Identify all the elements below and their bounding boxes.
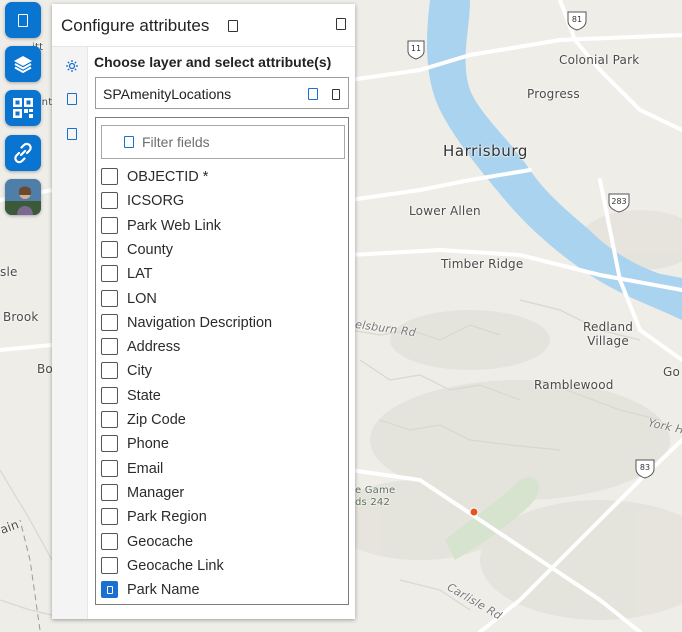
user-photo-button[interactable] <box>5 179 41 215</box>
field-label: LON <box>127 290 157 307</box>
checkbox[interactable] <box>101 265 118 283</box>
field-row[interactable]: Geocache <box>101 532 345 554</box>
info-icon[interactable] <box>228 20 238 32</box>
map-label-redland-village: Redland Village <box>583 320 634 348</box>
checkbox[interactable] <box>101 338 118 356</box>
checkbox[interactable] <box>101 483 118 501</box>
qr-grid-icon <box>13 98 33 118</box>
settings-gear-icon[interactable] <box>63 57 79 73</box>
field-list: OBJECTID * ICSORG Park Web Link County LAT LO… <box>95 117 349 605</box>
checkbox[interactable] <box>101 411 118 428</box>
map-label-timber-ridge: Timber Ridge <box>441 257 524 271</box>
field-row[interactable]: OBJECTID * <box>101 167 345 189</box>
checkbox[interactable] <box>101 459 118 477</box>
field-row[interactable]: Geocache Link <box>101 556 345 578</box>
field-row[interactable]: LON <box>101 289 345 311</box>
field-label: County <box>127 241 173 258</box>
layers-icon <box>14 56 32 74</box>
step-fields-icon[interactable] <box>67 128 77 140</box>
collapse-panel-icon[interactable] <box>336 18 346 30</box>
checkbox[interactable] <box>101 313 118 331</box>
checkbox[interactable] <box>101 362 118 380</box>
field-label: Navigation Description <box>127 314 273 331</box>
field-label: Park Region <box>127 509 207 526</box>
checkbox[interactable] <box>101 508 118 526</box>
panel-header: Configure attributes <box>52 4 355 47</box>
checkbox[interactable] <box>101 216 118 234</box>
checkbox[interactable] <box>101 168 118 185</box>
map-label-colonial-park: Colonial Park <box>559 53 640 67</box>
checkbox[interactable] <box>101 289 118 307</box>
link-icon <box>14 142 32 164</box>
panel-toggle-icon <box>18 13 28 27</box>
field-label: Email <box>127 460 164 477</box>
field-label: Phone <box>127 436 169 453</box>
us-11-shield: 11 <box>405 38 427 60</box>
field-label: OBJECTID * <box>127 169 209 185</box>
search-icon <box>124 136 134 148</box>
layer-select-value: SPAmenityLocations <box>103 86 232 102</box>
layer-select-action-icon[interactable] <box>308 88 318 100</box>
field-row[interactable]: LAT <box>101 264 345 286</box>
checkbox[interactable] <box>101 556 118 574</box>
map-label-harrisburg: Harrisburg <box>443 142 528 160</box>
map-label-progress: Progress <box>527 87 580 101</box>
checkbox[interactable] <box>101 192 118 210</box>
field-row[interactable]: Address <box>101 337 345 359</box>
field-row[interactable]: ICSORG <box>101 191 345 213</box>
link-button[interactable] <box>5 135 41 171</box>
interstate-81-shield: 81 <box>566 9 588 31</box>
panel-toggle-button[interactable] <box>5 2 41 38</box>
field-label: Zip Code <box>127 412 186 428</box>
field-row[interactable]: City <box>101 361 345 383</box>
map-label-bo: Bo <box>37 362 53 376</box>
field-label: Manager <box>127 484 185 501</box>
field-row[interactable]: Park Name <box>101 580 345 602</box>
field-label: Park Web Link <box>127 217 222 234</box>
field-row[interactable]: Manager <box>101 483 345 505</box>
user-photo <box>5 179 41 215</box>
field-label: City <box>127 363 152 380</box>
map-label-sle: sle <box>0 265 18 279</box>
map-label-brook: Brook <box>3 310 39 324</box>
field-label: Park Name <box>127 582 200 599</box>
map-label-game-lands: e Game ds 242 <box>355 485 396 508</box>
checkbox[interactable] <box>101 386 118 404</box>
filter-input[interactable] <box>142 132 337 152</box>
field-label: State <box>127 387 161 404</box>
section-title: Choose layer and select attribute(s) <box>94 54 332 70</box>
panel-title: Configure attributes <box>61 16 210 35</box>
interstate-83-shield: 83 <box>634 457 656 479</box>
field-row[interactable]: County <box>101 240 345 262</box>
field-label: LAT <box>127 266 153 283</box>
field-row[interactable]: Navigation Description <box>101 313 345 335</box>
qr-grid-button[interactable] <box>5 90 41 126</box>
map-label-go: Go <box>663 365 681 379</box>
filter-field[interactable] <box>101 125 345 159</box>
panel-side-column <box>52 47 88 619</box>
interstate-283-shield: 283 <box>607 191 631 213</box>
checkbox[interactable] <box>101 240 118 258</box>
chevron-down-icon[interactable] <box>332 89 340 100</box>
field-row[interactable]: State <box>101 386 345 408</box>
field-row[interactable]: Phone <box>101 434 345 456</box>
checkbox-checked[interactable] <box>101 581 118 599</box>
configure-attributes-panel: Configure attributes Choose layer and se… <box>52 4 355 619</box>
field-label: Address <box>127 339 181 356</box>
field-row[interactable]: Zip Code <box>101 410 345 432</box>
map-label-ramblewood: Ramblewood <box>534 378 614 392</box>
checkbox[interactable] <box>101 435 118 453</box>
map-label-lower-allen: Lower Allen <box>409 204 481 218</box>
field-label: Geocache <box>127 533 194 550</box>
layer-select[interactable]: SPAmenityLocations <box>95 77 349 109</box>
step-layer-icon[interactable] <box>67 93 77 105</box>
field-row[interactable]: Park Region <box>101 507 345 529</box>
field-row[interactable]: Park Web Link <box>101 216 345 238</box>
layers-button[interactable] <box>5 46 41 82</box>
field-label: Geocache Link <box>127 557 224 574</box>
field-label: ICSORG <box>127 193 185 210</box>
field-row[interactable]: Email <box>101 459 345 481</box>
checkbox[interactable] <box>101 532 118 550</box>
